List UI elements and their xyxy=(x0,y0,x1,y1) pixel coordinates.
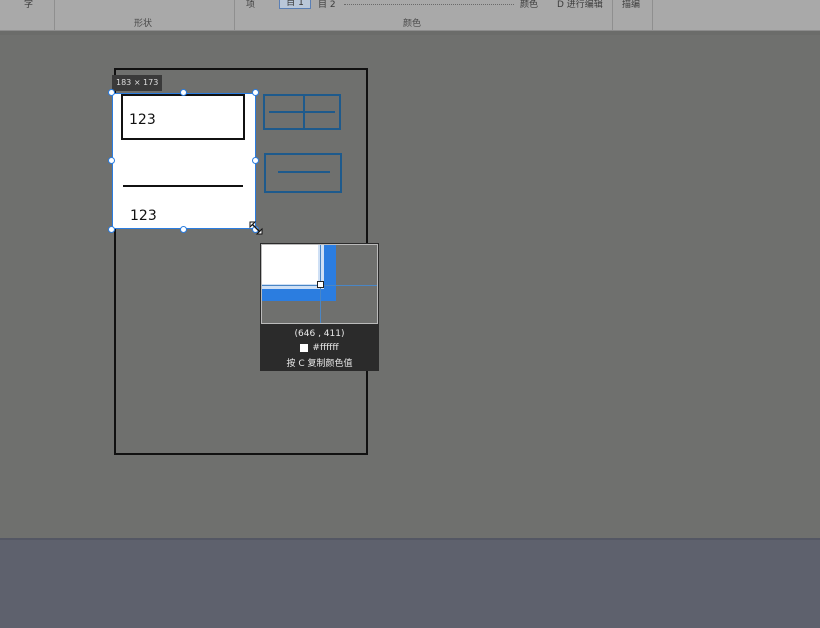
cell-text-top: 123 xyxy=(129,112,156,128)
edit-button[interactable]: D 进行编辑 xyxy=(557,0,603,10)
selected-shape[interactable]: 123 123 xyxy=(112,93,256,229)
resize-handle-s[interactable] xyxy=(180,226,187,233)
group-label-color: 颜色 xyxy=(403,19,422,29)
resize-handle-ne[interactable] xyxy=(252,89,259,96)
ribbon-separator xyxy=(234,0,235,30)
table-row-icon[interactable] xyxy=(264,153,342,193)
color-swatch xyxy=(300,343,309,352)
resize-handle-e[interactable] xyxy=(252,157,259,164)
pixel-coordinates: (646 , 411) xyxy=(294,329,345,339)
status-area xyxy=(0,538,820,628)
pixel-color: #ffffff xyxy=(260,343,379,353)
selection-size-tag: 183 × 173 xyxy=(112,75,163,91)
resize-cursor-icon xyxy=(249,221,263,235)
ribbon-separator xyxy=(54,0,55,30)
ribbon-separator xyxy=(652,0,653,30)
ribbon-item-dropdown[interactable]: 项 xyxy=(246,0,255,10)
table-grid-icon[interactable] xyxy=(263,94,341,130)
font-dropdown[interactable]: 字 xyxy=(24,0,33,10)
group-label-shape: 形状 xyxy=(134,19,153,29)
resize-handle-sw[interactable] xyxy=(108,226,115,233)
resize-handle-w[interactable] xyxy=(108,157,115,164)
ribbon-separator xyxy=(612,0,613,30)
resize-handle-n[interactable] xyxy=(180,89,187,96)
divider-line xyxy=(123,185,243,187)
copy-color-hint: 按 C 复制颜色值 xyxy=(286,359,353,369)
canvas-top-shadow xyxy=(0,31,820,35)
resize-handle-nw[interactable] xyxy=(108,89,115,96)
tab-color-1[interactable]: 目 1 xyxy=(279,0,311,9)
tab-color-2[interactable]: 目 2 xyxy=(318,0,336,10)
ribbon-toolbar: 字 形状 项 目 1 目 2 颜色 D 进行编辑 描编 颜色 xyxy=(0,0,820,31)
extra-button[interactable]: 描编 xyxy=(622,0,640,10)
pixel-hex-value: #ffffff xyxy=(312,343,339,353)
color-button[interactable]: 颜色 xyxy=(520,0,538,10)
magnified-view xyxy=(261,244,378,324)
color-picker-magnifier: (646 , 411) #ffffff 按 C 复制颜色值 xyxy=(260,243,379,371)
color-strip xyxy=(344,0,514,5)
cell-text-bottom: 123 xyxy=(130,208,157,224)
